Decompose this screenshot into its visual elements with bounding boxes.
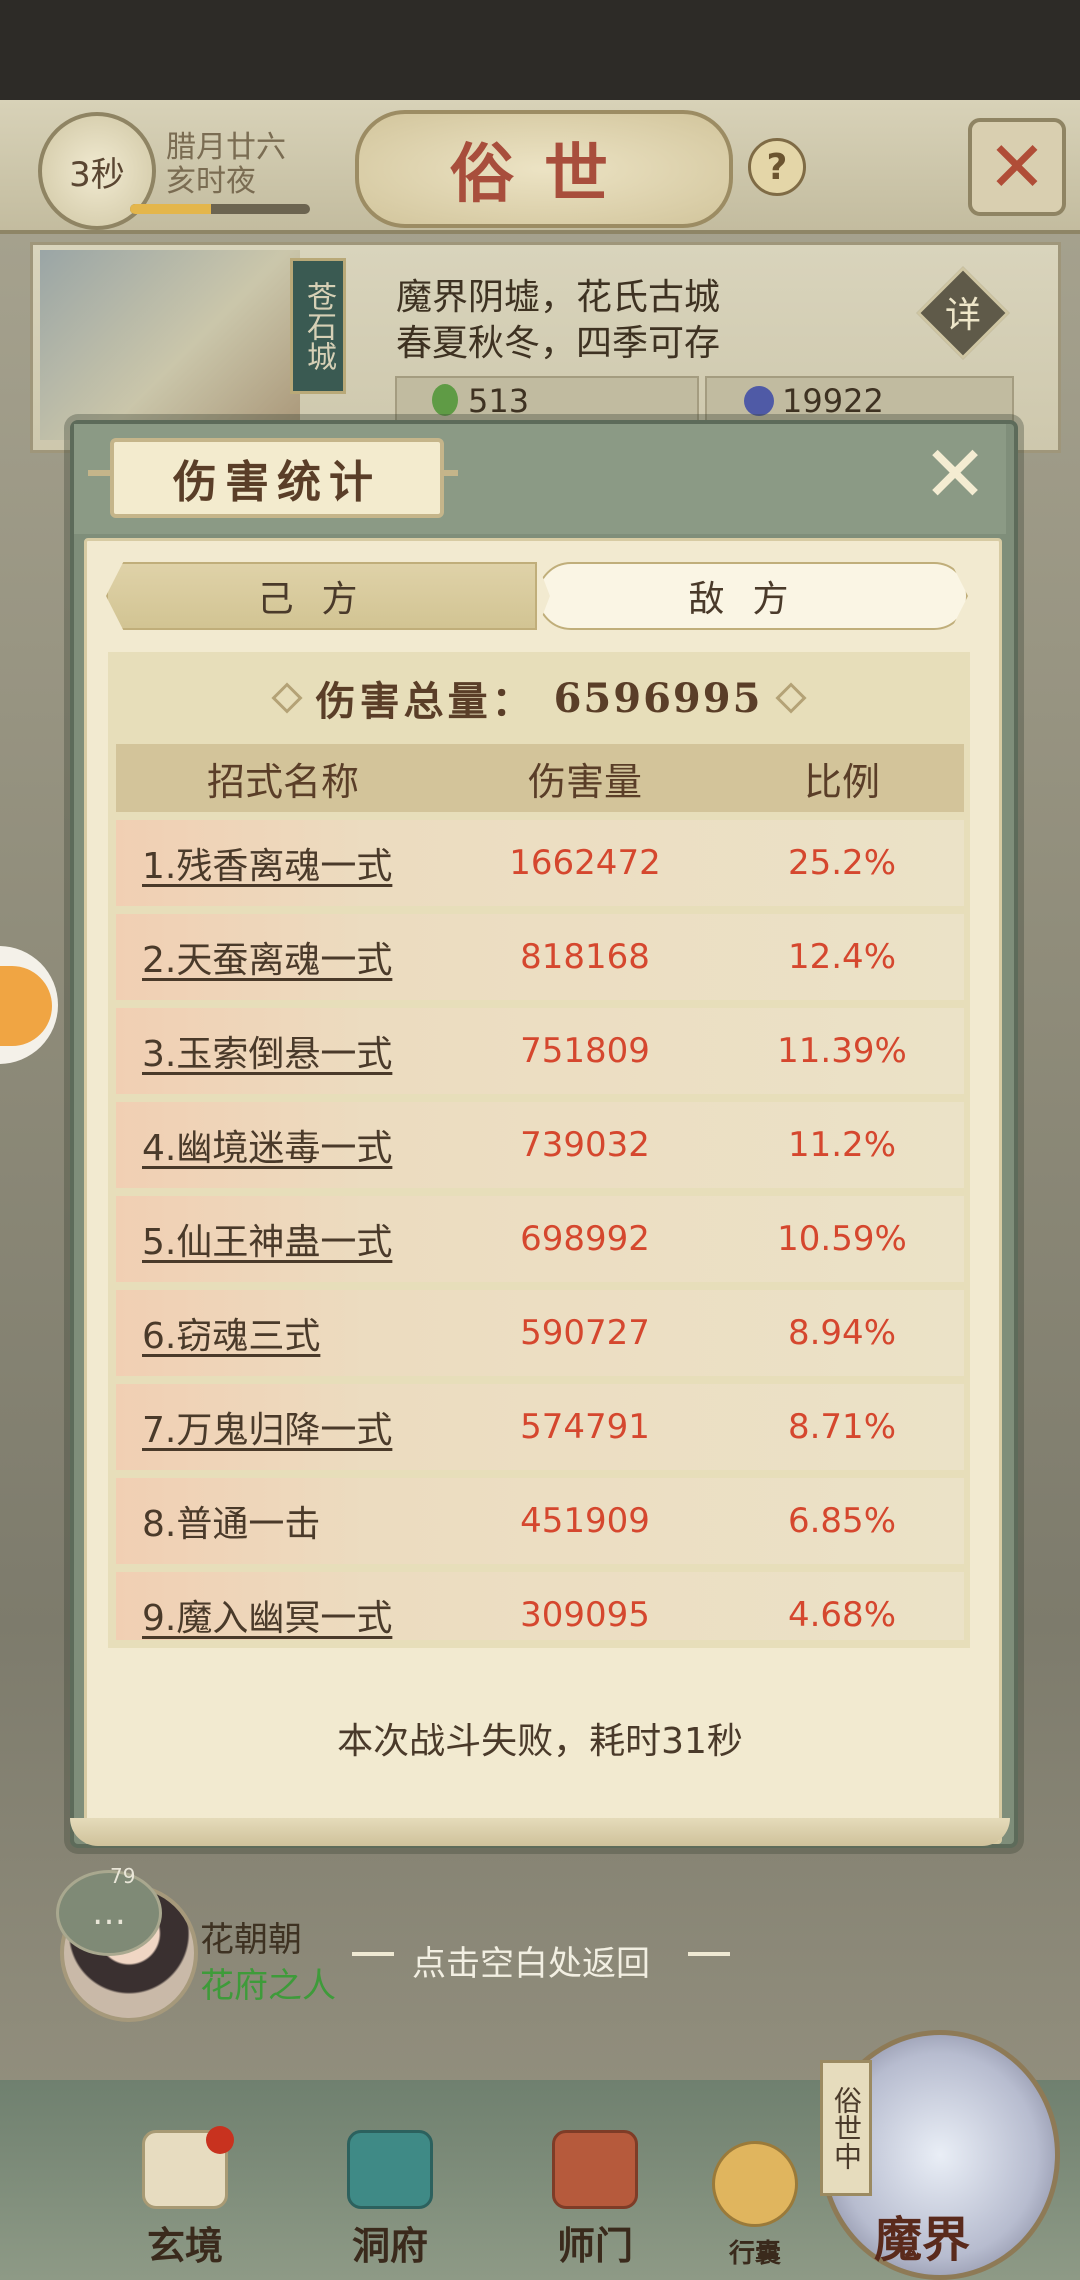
world-side-label: 俗世中 [820,2060,872,2196]
hint-ornament-right [688,1952,730,1956]
table-row: 8.普通一击 451909 6.85% [116,1478,964,1564]
spirit-stone-icon [744,386,774,416]
nav-label: 洞府 [351,2223,428,2268]
notification-dot [206,2126,234,2154]
damage-value: 698992 [520,1219,650,1259]
nav-item-xingnang[interactable]: 行囊 [700,2130,810,2270]
dialog-title: 伤害统计 [110,438,444,518]
damage-ratio: 10.59% [777,1219,907,1259]
damage-value: 1662472 [509,843,661,883]
city-image [40,250,300,440]
nav-label: 行囊 [728,2239,781,2269]
damage-value: 818168 [520,937,650,977]
table-row: 7.万鬼归降一式 574791 8.71% [116,1384,964,1470]
skill-name-link[interactable]: 5.仙王神蛊一式 [116,1213,450,1265]
damage-ratio: 11.39% [777,1031,907,1071]
nav-item-dongfu[interactable]: 洞府 [325,2130,455,2270]
crossed-swords-icon[interactable]: ✕ [968,118,1066,216]
nav-label: 师门 [556,2223,633,2268]
hint-ornament-left [352,1952,394,1956]
diamond-ornament-icon [775,682,807,714]
table-row: 3.玉索倒悬一式 751809 11.39% [116,1008,964,1094]
column-header-skill: 招式名称 [206,759,359,804]
nav-label: 玄境 [146,2223,223,2268]
damage-value: 574791 [520,1407,650,1447]
skill-name: 8.普通一击 [142,1504,321,1545]
skill-name-link[interactable]: 6.窃魂三式 [116,1307,450,1359]
table-row: 5.仙王神蛊一式 698992 10.59% [116,1196,964,1282]
total-damage-row: 伤害总量： 6596995 [108,656,970,740]
resource-2-value: 19922 [782,382,884,420]
damage-ratio: 25.2% [787,843,896,883]
time-of-day: 亥时夜 [166,164,256,199]
damage-ratio: 8.94% [787,1313,896,1353]
damage-ratio: 6.85% [787,1501,896,1541]
skill-damage-list[interactable]: 1.残香离魂一式 1662472 25.2% 2.天蚕离魂一式 818168 1… [116,820,964,1640]
tap-to-return-hint[interactable]: 点击空白处返回 [412,1936,650,1985]
close-icon[interactable]: ✕ [920,436,990,514]
pavilion-icon [347,2130,433,2209]
skill-name-link[interactable]: 1.残香离魂一式 [116,837,450,889]
chat-bubble-icon[interactable]: … [56,1870,162,1956]
npc-subtitle: 花府之人 [200,1966,336,2006]
nav-label-mojie[interactable]: 魔界 [874,2200,970,2270]
skill-name-link[interactable]: 9.魔入幽冥一式 [116,1589,450,1640]
table-header: 招式名称 伤害量 比例 [116,744,964,812]
diamond-ornament-icon [271,682,303,714]
table-row: 4.幽境迷毒一式 739032 11.2% [116,1102,964,1188]
nav-item-shimen[interactable]: 师门 [530,2130,660,2270]
damage-ratio: 4.68% [787,1595,896,1635]
skill-name-link[interactable]: 4.幽境迷毒一式 [116,1119,450,1171]
skill-name-link[interactable]: 7.万鬼归降一式 [116,1401,450,1453]
location-desc-line2: 春夏秋冬，四季可存 [396,323,721,364]
resource-1-value: 513 [468,382,530,420]
column-header-ratio: 比例 [803,759,880,804]
damage-value: 451909 [520,1501,650,1541]
page-title: 俗世 [355,110,733,228]
nav-item-xuanjing[interactable]: 玄境 [120,2130,250,2270]
total-damage-value: 6596995 [553,674,763,722]
side-tabs: 己方 敌方 [106,562,968,630]
damage-ratio: 12.4% [787,937,896,977]
location-desc-line1: 魔界阴墟，花氏古城 [396,277,721,318]
npc-name: 花朝朝 [200,1920,302,1960]
leaf-resource-icon [432,384,458,416]
npc-level: 79 [110,1864,136,1888]
table-row: 1.残香离魂一式 1662472 25.2% [116,820,964,906]
damage-value: 751809 [520,1031,650,1071]
table-row: 9.魔入幽冥一式 309095 4.68% [116,1572,964,1640]
status-bar-area [0,0,1080,100]
table-row: 6.窃魂三式 590727 8.94% [116,1290,964,1376]
time-progress-bar [130,204,310,214]
city-name-sign: 苍石城 [290,258,346,394]
damage-value: 739032 [520,1125,650,1165]
table-row: 2.天蚕离魂一式 818168 12.4% [116,914,964,1000]
skill-name-link[interactable]: 2.天蚕离魂一式 [116,931,450,983]
damage-value: 590727 [520,1313,650,1353]
scroll-bottom-curl [70,1818,1010,1846]
detail-button-label[interactable]: 详 [930,282,996,342]
bag-icon [712,2141,798,2227]
column-header-damage: 伤害量 [527,759,642,804]
tab-enemy[interactable]: 敌方 [537,562,968,630]
damage-value: 309095 [520,1595,650,1635]
damage-ratio: 8.71% [787,1407,896,1447]
help-icon[interactable]: ? [748,138,806,196]
skill-name-link[interactable]: 3.玉索倒悬一式 [116,1025,450,1077]
time-progress-fill [130,204,211,214]
damage-ratio: 11.2% [787,1125,896,1165]
battle-result-text: 本次战斗失败，耗时31秒 [337,1721,743,1762]
tab-ally[interactable]: 己方 [106,562,537,630]
total-damage-label: 伤害总量： [315,678,536,725]
banner-icon [552,2130,638,2209]
